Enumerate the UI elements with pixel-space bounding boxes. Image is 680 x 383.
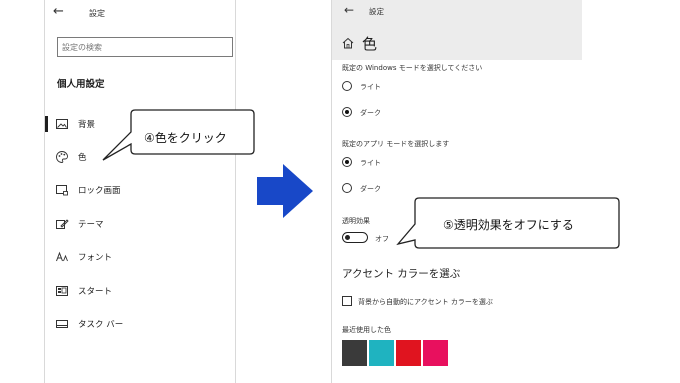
auto-accent-label: 背景から自動的にアクセント カラーを選ぶ: [358, 298, 493, 306]
transparency-toggle[interactable]: [342, 232, 368, 243]
settings-nav-panel: ← 設定 個人用設定 背景 色 ロック画面 テーマ: [44, 0, 236, 383]
nav-item-label: テーマ: [78, 220, 104, 230]
page-title: 色: [362, 35, 378, 53]
radio-button[interactable]: [342, 81, 352, 91]
nav-item-label: スタート: [78, 287, 113, 297]
window-title: 設定: [89, 9, 105, 18]
transparency-caption: 透明効果: [342, 217, 370, 225]
radio-button[interactable]: [342, 183, 352, 193]
color-swatch[interactable]: [369, 340, 394, 366]
windows-mode-light-radio[interactable]: ライト: [342, 81, 462, 93]
lock-screen-icon: [56, 185, 68, 196]
callout-step5-text: ⑤透明効果をオフにする: [443, 218, 574, 232]
taskbar-icon: [56, 320, 68, 328]
nav-item-start[interactable]: スタート: [45, 279, 235, 303]
app-mode-light-radio[interactable]: ライト: [342, 157, 462, 169]
nav-item-label: ロック画面: [78, 186, 121, 196]
radio-label: ダーク: [360, 185, 381, 193]
nav-item-taskbar[interactable]: タスク バー: [45, 312, 235, 336]
nav-item-lock-screen[interactable]: ロック画面: [45, 178, 235, 202]
callout-step4-text: ④色をクリック: [144, 131, 227, 145]
nav-item-label: タスク バー: [78, 320, 124, 330]
toggle-knob: [345, 234, 350, 240]
accent-color-heading: アクセント カラーを選ぶ: [342, 268, 461, 280]
back-arrow-icon[interactable]: ←: [344, 3, 354, 17]
palette-icon: [56, 151, 68, 163]
radio-button-selected[interactable]: [342, 107, 352, 117]
color-swatch[interactable]: [342, 340, 367, 366]
search-input[interactable]: [57, 37, 233, 57]
windows-mode-caption: 既定の Windows モードを選択してください: [342, 64, 483, 72]
nav-item-fonts[interactable]: フォント: [45, 245, 235, 269]
app-mode-caption: 既定のアプリ モードを選択します: [342, 140, 450, 148]
toggle-state-label: オフ: [375, 235, 389, 243]
recent-colors-caption: 最近使用した色: [342, 326, 391, 334]
color-swatch[interactable]: [396, 340, 421, 366]
nav-item-themes[interactable]: テーマ: [45, 212, 235, 236]
radio-label: ライト: [360, 159, 381, 167]
radio-button-selected[interactable]: [342, 157, 352, 167]
nav-item-label: フォント: [78, 253, 113, 263]
theme-icon: [56, 219, 69, 229]
auto-accent-checkbox[interactable]: [342, 296, 352, 306]
colors-settings-panel: ← 設定 色 既定の Windows モードを選択してください ライト ダーク …: [331, 0, 582, 383]
nav-item-label: 背景: [78, 120, 96, 130]
start-icon: [56, 286, 68, 296]
app-mode-dark-radio[interactable]: ダーク: [342, 183, 462, 195]
right-arrow-icon: [257, 164, 313, 218]
font-icon: [56, 251, 68, 262]
color-swatch[interactable]: [423, 340, 448, 366]
nav-item-label: 色: [78, 153, 87, 163]
windows-mode-dark-radio[interactable]: ダーク: [342, 107, 462, 119]
section-title: 個人用設定: [57, 79, 105, 90]
radio-label: ライト: [360, 83, 381, 91]
home-icon: [342, 37, 354, 49]
radio-label: ダーク: [360, 109, 381, 117]
picture-icon: [56, 119, 68, 129]
window-title: 設定: [369, 7, 384, 16]
back-arrow-icon[interactable]: ←: [53, 4, 64, 19]
